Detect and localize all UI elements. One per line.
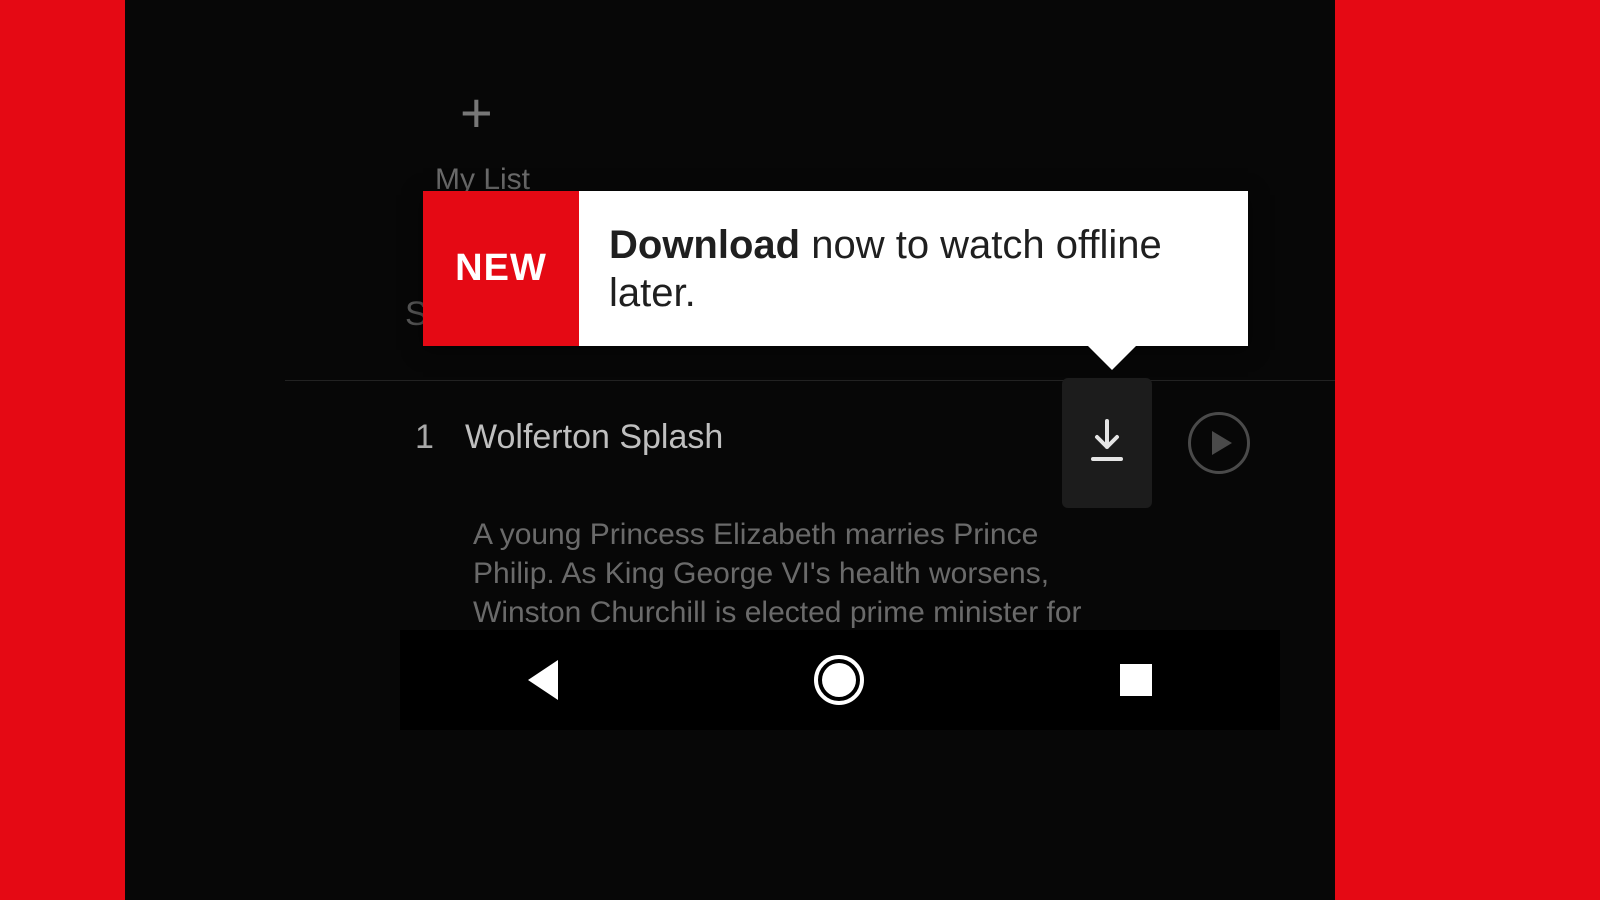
divider [285, 380, 1335, 381]
play-icon [1212, 431, 1232, 455]
nav-back-icon[interactable] [528, 660, 558, 700]
tooltip-arrow [1088, 346, 1136, 370]
plus-icon: + [460, 85, 530, 141]
my-list-button[interactable]: + My List [435, 85, 530, 197]
play-button[interactable] [1188, 412, 1250, 474]
nav-recent-icon[interactable] [1120, 664, 1152, 696]
tooltip-new-badge: NEW [423, 191, 579, 346]
nav-home-icon[interactable] [814, 655, 864, 705]
android-nav-bar [400, 630, 1280, 730]
tooltip-bold-word: Download [609, 223, 800, 267]
download-button[interactable] [1062, 378, 1152, 508]
episode-title: Wolferton Splash [465, 418, 723, 457]
download-tooltip: NEW Download now to watch offline later. [423, 191, 1248, 346]
tooltip-message: Download now to watch offline later. [579, 191, 1248, 346]
episode-number: 1 [415, 418, 465, 457]
app-frame: + My List S NEW Download now to watch of… [125, 0, 1335, 900]
download-icon [1087, 419, 1127, 468]
